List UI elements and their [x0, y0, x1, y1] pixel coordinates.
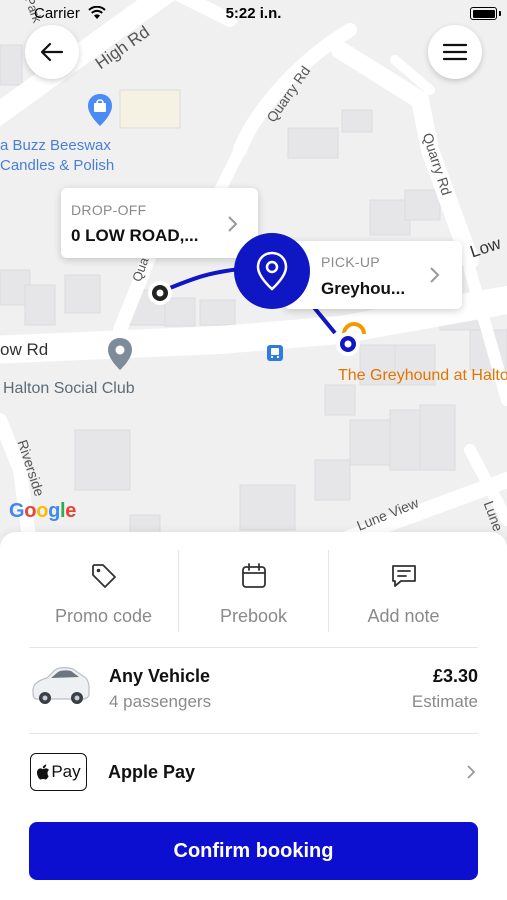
- bus-stop-icon[interactable]: [267, 345, 283, 366]
- arrow-left-icon: [40, 42, 64, 62]
- google-logo: Google: [9, 500, 76, 523]
- payment-method-selector[interactable]: Pay Apple Pay: [29, 750, 478, 795]
- vehicle-passengers: 4 passengers: [109, 692, 212, 711]
- vehicle-name: Any Vehicle: [109, 666, 211, 686]
- booking-sheet: Promo code Prebook Add note Any Vehicle …: [0, 532, 507, 900]
- street-label: ow Rd: [0, 340, 49, 359]
- google-logo-letter: o: [36, 500, 49, 522]
- menu-button[interactable]: [428, 25, 482, 79]
- prebook-button[interactable]: Prebook: [178, 550, 328, 632]
- battery-tip: [499, 11, 501, 16]
- apple-pay-mark-text: Pay: [51, 762, 81, 781]
- vehicle-selector[interactable]: Any Vehicle 4 passengers £3.30 Estimate: [29, 648, 478, 732]
- pickup-address: Greyhou...: [321, 279, 406, 298]
- poi-label: The Greyhound at Halto: [338, 367, 507, 384]
- place-pin-icon[interactable]: [108, 338, 132, 375]
- pickup-location-icon[interactable]: [234, 233, 310, 309]
- poi-label: Halton Social Club: [3, 380, 135, 397]
- dropoff-callout[interactable]: DROP-OFF 0 LOW ROAD,...: [61, 188, 258, 258]
- prebook-label: Prebook: [219, 606, 288, 626]
- message-icon: [391, 565, 416, 587]
- car-icon: [32, 667, 90, 704]
- promo-code-label: Promo code: [54, 606, 153, 626]
- google-logo-letter: o: [24, 500, 37, 522]
- dropoff-kicker: DROP-OFF: [71, 202, 147, 218]
- divider: [29, 733, 478, 734]
- payment-method-label: Apple Pay: [108, 762, 196, 782]
- google-logo-letter: G: [9, 500, 25, 522]
- back-button[interactable]: [25, 25, 79, 79]
- quick-actions: Promo code Prebook Add note: [29, 550, 478, 632]
- chevron-right-icon: [467, 765, 476, 779]
- poi-label: a Buzz Beeswax: [0, 137, 111, 154]
- add-note-label: Add note: [367, 606, 440, 626]
- status-time: 5:22 i.n.: [225, 5, 282, 22]
- pickup-kicker: PICK-UP: [321, 254, 380, 270]
- tag-icon: [91, 564, 116, 588]
- battery-icon: [470, 7, 497, 20]
- poi-label: Candles & Polish: [0, 157, 115, 174]
- dropoff-marker-icon: [146, 279, 174, 312]
- calendar-icon: [241, 563, 266, 588]
- apple-logo-icon: [37, 764, 50, 779]
- pickup-callout[interactable]: PICK-UP Greyhou...: [284, 241, 462, 309]
- confirm-booking-button[interactable]: Confirm booking: [29, 822, 478, 880]
- chevron-right-icon: [228, 216, 238, 232]
- add-note-button[interactable]: Add note: [328, 550, 478, 632]
- status-bar: Carrier 5:22 i.n.: [0, 0, 507, 28]
- fare-price: £3.30: [432, 666, 478, 686]
- shop-pin-icon[interactable]: [88, 94, 112, 131]
- hamburger-menu-icon: [443, 43, 467, 61]
- dropoff-address: 0 LOW ROAD,...: [71, 226, 199, 245]
- promo-code-button[interactable]: Promo code: [29, 550, 178, 632]
- map-view[interactable]: High Rd Quarry Rd Quarry Rd ow Rd Low Ri…: [0, 0, 507, 560]
- chevron-right-icon: [430, 267, 440, 283]
- pickup-dot-icon: [334, 330, 362, 363]
- google-logo-letter: e: [65, 500, 77, 522]
- fare-estimate-label: Estimate: [411, 692, 478, 711]
- google-logo-letter: g: [48, 500, 61, 522]
- apple-pay-icon: Pay: [30, 753, 87, 791]
